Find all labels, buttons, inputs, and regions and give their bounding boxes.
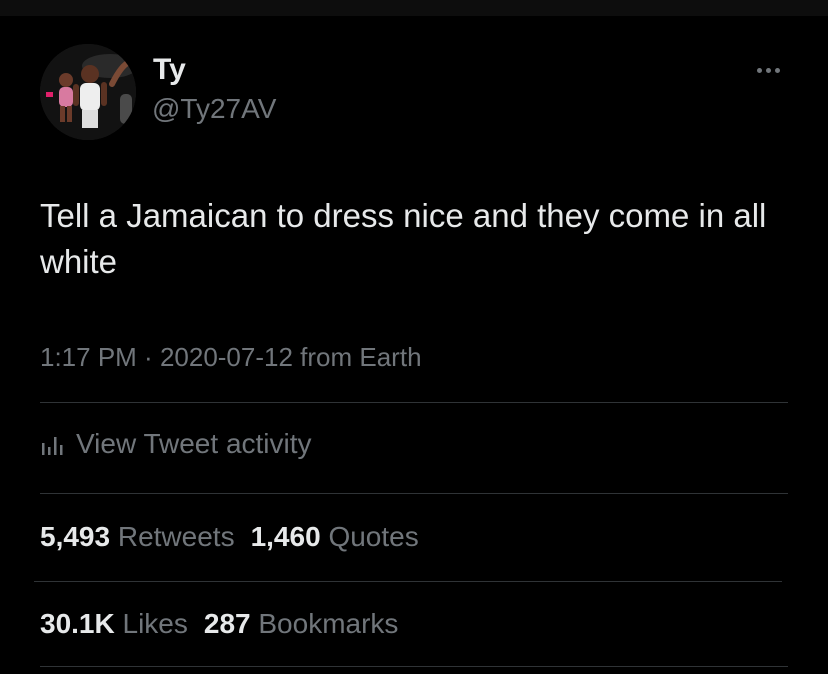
likes-stat[interactable]: 30.1K Likes [40,607,188,641]
quotes-count: 1,460 [250,521,321,552]
status-bar-strip [0,0,828,16]
retweets-stat[interactable]: 5,493 Retweets [40,520,235,554]
retweets-label: Retweets [117,521,235,552]
meta-separator: · [136,342,160,372]
more-dot-icon [765,67,771,73]
view-tweet-activity-button[interactable]: View Tweet activity [40,426,312,462]
view-tweet-activity-label: View Tweet activity [76,428,312,459]
more-dot-icon [756,67,762,73]
bookmarks-stat[interactable]: 287 Bookmarks [204,607,399,641]
tweet-meta: 1:17 PM · 2020-07-12 from Earth [40,340,422,374]
tweet-source: from Earth [292,342,422,372]
likes-label: Likes [122,608,188,639]
tweet-text: Tell a Jamaican to dress nice and they c… [40,197,767,280]
stats-row-shares: 5,493 Retweets 1,460 Quotes [40,519,419,555]
bookmarks-count: 287 [203,608,251,639]
tweet-time[interactable]: 1:17 PM [40,342,137,372]
more-dot-icon [774,67,780,73]
divider [40,666,788,667]
author-handle[interactable]: @Ty27AV [152,92,276,126]
likes-count: 30.1K [40,608,115,639]
bar-chart-icon [40,431,66,457]
author-display-name[interactable]: Ty [153,52,186,88]
more-options-button[interactable] [748,58,788,82]
tweet-date[interactable]: 2020-07-12 [160,342,293,372]
quotes-label: Quotes [328,521,419,552]
divider [40,493,788,494]
divider [40,402,788,403]
stats-row-engagement: 30.1K Likes 287 Bookmarks [40,606,398,642]
retweets-count: 5,493 [40,521,111,552]
quotes-stat[interactable]: 1,460 Quotes [251,520,419,554]
profile-photo [40,44,136,140]
bookmarks-label: Bookmarks [258,608,399,639]
avatar[interactable] [40,44,136,140]
divider [34,581,782,582]
